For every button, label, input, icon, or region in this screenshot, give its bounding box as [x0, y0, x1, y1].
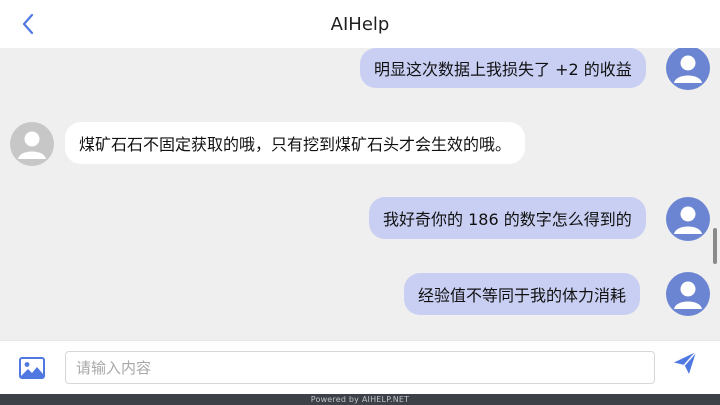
- message-text: 经验值不等同于我的体力消耗: [418, 286, 627, 305]
- powered-by-footer: Powered by AIHELP.NET: [0, 394, 720, 405]
- user-message-bubble: 明显这次数据上我损失了 +2 的收益: [360, 48, 646, 88]
- image-upload-button[interactable]: [18, 354, 46, 382]
- message-text: 明显这次数据上我损失了 +2 的收益: [374, 60, 632, 79]
- user-avatar: [666, 272, 710, 316]
- message-input[interactable]: [65, 351, 655, 384]
- user-message-bubble: 我好奇你的 186 的数字怎么得到的: [369, 197, 646, 239]
- input-bar: [0, 340, 720, 394]
- send-icon: [674, 351, 697, 374]
- user-avatar-icon: [674, 281, 702, 309]
- scrollbar-thumb[interactable]: [713, 228, 717, 264]
- user-avatar-icon: [674, 55, 702, 83]
- message-list[interactable]: 明显这次数据上我损失了 +2 的收益 煤矿石石不固定获取的哦，只有挖到煤矿石头才…: [0, 48, 720, 340]
- message-text: 我好奇你的 186 的数字怎么得到的: [383, 210, 632, 229]
- bot-avatar-icon: [18, 131, 46, 159]
- user-message-bubble: 经验值不等同于我的体力消耗: [404, 273, 641, 315]
- chat-app: AIHelp 明显这次数据上我损失了 +2 的收益 煤矿石石不固定获取的哦，只有…: [0, 0, 720, 405]
- back-button[interactable]: [14, 10, 42, 38]
- send-button[interactable]: [672, 350, 698, 376]
- user-avatar: [666, 48, 710, 90]
- message-text: 煤矿石石不固定获取的哦，只有挖到煤矿石头才会生效的哦。: [79, 135, 512, 154]
- page-title: AIHelp: [330, 13, 390, 35]
- image-icon: [19, 357, 45, 379]
- user-avatar: [666, 197, 710, 241]
- bot-avatar: [10, 122, 54, 166]
- bot-message-bubble: 煤矿石石不固定获取的哦，只有挖到煤矿石头才会生效的哦。: [65, 122, 526, 164]
- chevron-left-icon: [22, 13, 34, 35]
- user-avatar-icon: [674, 206, 702, 234]
- header-bar: AIHelp: [0, 0, 720, 48]
